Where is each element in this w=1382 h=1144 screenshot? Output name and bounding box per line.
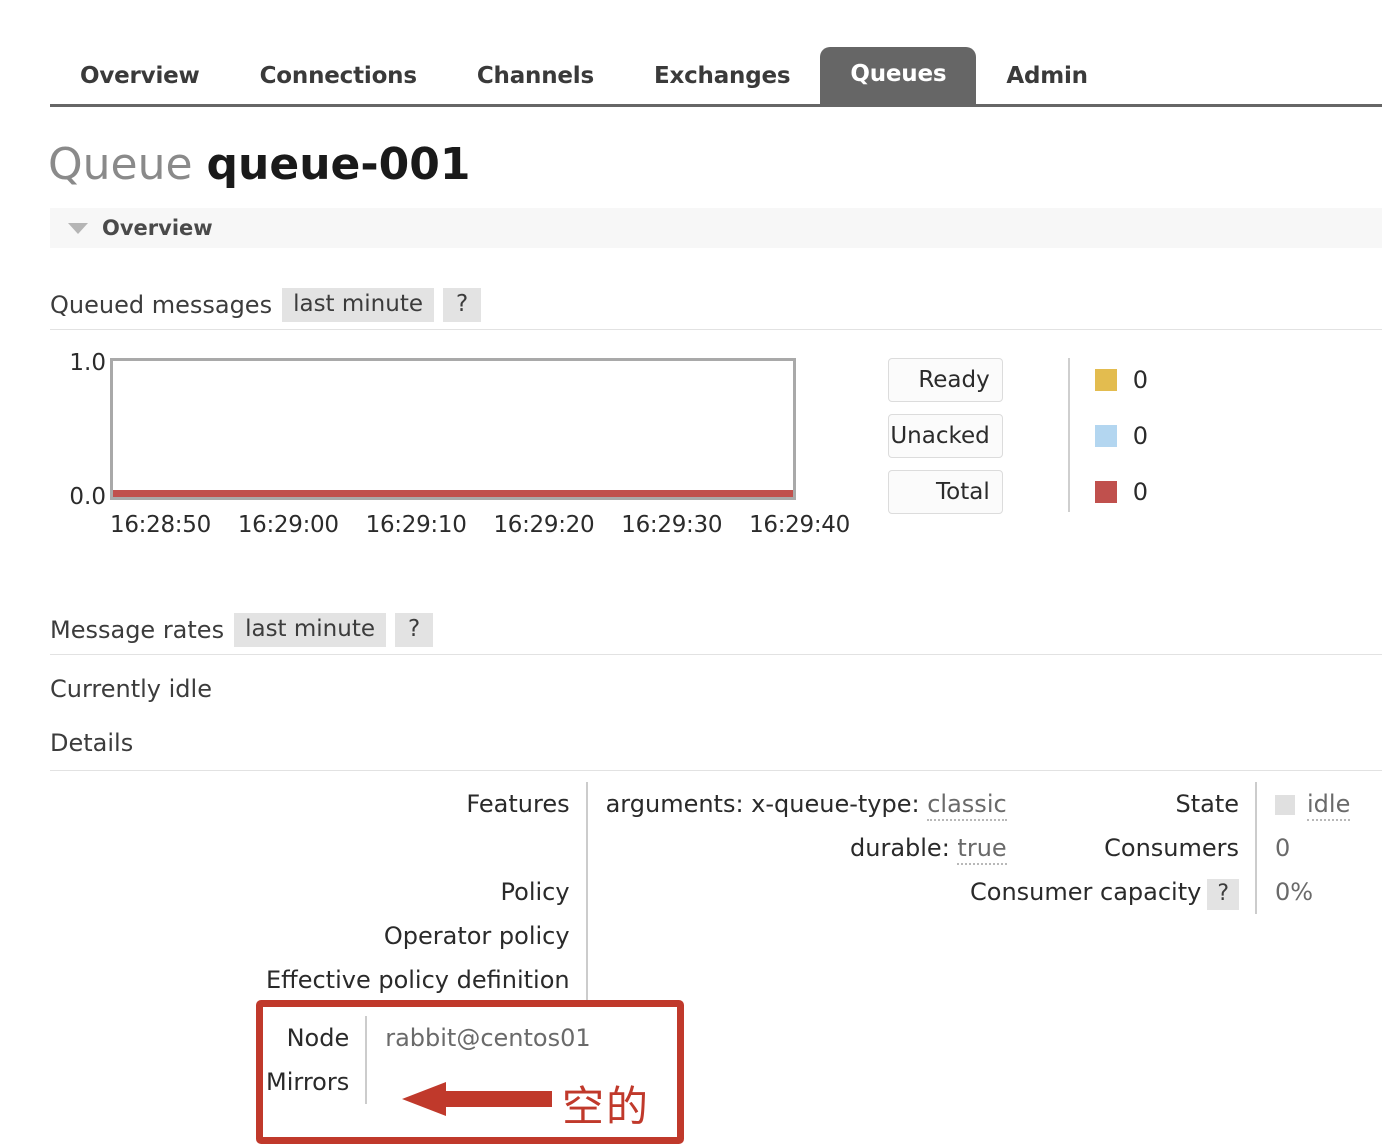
details-left-values: arguments: x-queue-type: classic durable…	[585, 782, 1007, 1002]
label-node: Node	[286, 1024, 350, 1052]
queued-messages-period-selector[interactable]: last minute	[282, 288, 434, 322]
label-consumer-capacity: Consumer capacity?	[970, 870, 1240, 914]
value-policy	[606, 870, 1007, 914]
status-badge[interactable]: idle	[1307, 790, 1351, 821]
message-rates-header: Message rates last minute ?	[50, 613, 1382, 655]
nav-underline	[50, 104, 1382, 107]
y-axis-tick-bottom: 0.0	[69, 484, 106, 510]
value-arguments-key: arguments: x-queue-type:	[605, 790, 920, 818]
details-right-labels: State Consumers Consumer capacity?	[970, 782, 1255, 914]
legend-button-total[interactable]: Total	[888, 470, 1003, 514]
details-right-values: idle 0 0%	[1255, 782, 1351, 914]
tab-overview[interactable]: Overview	[50, 51, 230, 104]
label-effective-policy-definition: Effective policy definition	[266, 966, 570, 994]
message-rates-title: Message rates	[50, 616, 225, 644]
page-title-name: queue-001	[206, 139, 471, 190]
value-state: idle	[1275, 782, 1351, 826]
legend-swatch-unacked	[1094, 425, 1117, 447]
value-features-arguments: arguments: x-queue-type: classic	[606, 782, 1007, 826]
x-tick-1: 16:29:00	[237, 512, 339, 538]
label-mirrors: Mirrors	[266, 1068, 350, 1096]
section-header-overview[interactable]: Overview	[50, 208, 1382, 248]
chart-legend: Ready 0 Unacked 0 Total 0	[888, 358, 1148, 526]
x-tick-5: 16:29:40	[749, 512, 850, 538]
label-features-spacer	[266, 826, 570, 870]
chart-series-total-line	[113, 490, 793, 497]
details-right-column: State Consumers Consumer capacity? idle …	[970, 782, 1351, 914]
message-rates-period-selector[interactable]: last minute	[234, 613, 386, 647]
left-arrow-icon	[402, 1082, 552, 1116]
tab-channels[interactable]: Channels	[447, 51, 624, 104]
legend-swatch-total	[1094, 481, 1117, 503]
tab-queues[interactable]: Queues	[820, 47, 977, 104]
tab-admin[interactable]: Admin	[976, 51, 1118, 104]
page-title: Queue queue-001	[48, 139, 471, 190]
legend-value-total: 0	[1132, 478, 1148, 506]
label-policy: Policy	[500, 878, 570, 906]
state-swatch-icon	[1275, 795, 1296, 815]
value-consumer-capacity: 0%	[1275, 878, 1314, 906]
legend-row-unacked: Unacked 0	[888, 414, 1148, 458]
x-axis-tick-labels: 16:28:50 16:29:00 16:29:10 16:29:20 16:2…	[110, 512, 850, 538]
legend-value-ready: 0	[1132, 366, 1148, 394]
label-consumer-capacity-text: Consumer capacity	[970, 878, 1202, 906]
value-node: rabbit@centos01	[385, 1024, 591, 1052]
chart-plot-area	[110, 358, 796, 500]
main-navigation: Overview Connections Channels Exchanges …	[0, 0, 1382, 108]
details-bottom-labels: Node Mirrors	[266, 1016, 365, 1104]
tab-exchanges[interactable]: Exchanges	[624, 51, 820, 104]
nav-tab-list: Overview Connections Channels Exchanges …	[50, 42, 1118, 104]
label-features: Features	[466, 790, 570, 818]
consumer-capacity-help-icon[interactable]: ?	[1207, 879, 1240, 910]
value-effective-policy-definition	[606, 958, 1007, 1002]
details-bottom-rows: Node Mirrors rabbit@centos01	[50, 1016, 1382, 1104]
label-operator-policy: Operator policy	[383, 922, 570, 950]
legend-value-unacked: 0	[1132, 422, 1148, 450]
value-features-durable: durable: true	[606, 826, 1007, 870]
chevron-down-icon	[68, 222, 88, 234]
legend-swatch-ready	[1094, 369, 1117, 391]
message-rates-status: Currently idle	[50, 675, 212, 703]
details-divider	[50, 770, 1382, 771]
tab-connections[interactable]: Connections	[230, 51, 447, 104]
value-consumers: 0	[1275, 834, 1291, 862]
legend-row-total: Total 0	[888, 470, 1148, 514]
legend-button-ready[interactable]: Ready	[888, 358, 1003, 402]
value-durable-key: durable:	[850, 834, 950, 862]
details-left-column: Features Policy Operator policy Effectiv…	[266, 782, 1007, 1002]
details-left-labels: Features Policy Operator policy Effectiv…	[266, 782, 586, 1002]
rabbitmq-queue-page: Overview Connections Channels Exchanges …	[0, 0, 1382, 1144]
legend-row-ready: Ready 0	[888, 358, 1148, 402]
details-heading: Details	[50, 729, 134, 757]
legend-button-unacked[interactable]: Unacked	[888, 414, 1003, 458]
details-table: Features Policy Operator policy Effectiv…	[50, 782, 1382, 1002]
x-tick-4: 16:29:30	[621, 512, 723, 538]
queued-messages-header: Queued messages last minute ?	[50, 288, 1382, 330]
x-tick-3: 16:29:20	[493, 512, 595, 538]
label-consumers: Consumers	[1104, 834, 1240, 862]
page-title-prefix: Queue	[48, 139, 193, 190]
section-header-label: Overview	[102, 216, 213, 240]
queued-messages-title: Queued messages	[50, 291, 273, 319]
label-state: State	[1175, 790, 1240, 818]
annotation-label: 空的	[562, 1082, 651, 1131]
value-operator-policy	[606, 914, 1007, 958]
message-rates-help-icon[interactable]: ?	[395, 613, 434, 647]
queued-messages-help-icon[interactable]: ?	[443, 288, 482, 322]
y-axis-tick-top: 1.0	[69, 350, 106, 376]
x-tick-0: 16:28:50	[110, 512, 211, 538]
x-tick-2: 16:29:10	[365, 512, 467, 538]
